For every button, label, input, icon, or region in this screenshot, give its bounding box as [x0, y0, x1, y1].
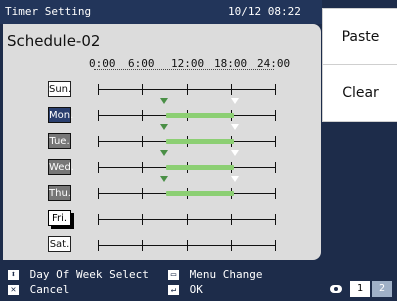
up-down-icon: ⬍ — [8, 270, 19, 280]
cancel-help: Cancel — [29, 283, 70, 296]
timeline-thu[interactable] — [98, 176, 276, 200]
timeline-dotted-line — [94, 69, 274, 70]
page-indicator: 1 2 — [330, 281, 397, 297]
timeline-sat[interactable] — [98, 238, 276, 252]
cancel-icon: ✕ — [8, 285, 19, 295]
day-button-sat[interactable]: Sat. — [48, 236, 71, 252]
title-bar: Timer Setting 10/12 08:22 — [0, 0, 322, 24]
enter-icon: ↵ — [168, 285, 179, 295]
day-button-tue[interactable]: Tue. — [48, 133, 71, 149]
ok-help: OK — [189, 283, 203, 296]
paste-button-label: Paste — [341, 29, 380, 45]
schedule-panel: Schedule-02 0:00 6:00 12:00 18:00 24:00 … — [3, 24, 321, 260]
clear-button[interactable]: Clear — [322, 64, 397, 122]
page-1[interactable]: 1 — [350, 281, 370, 297]
day-select-help: Day Of Week Select — [29, 268, 149, 281]
day-button-thu[interactable]: Thu. — [48, 185, 71, 201]
date-time-display: 10/12 08:22 — [228, 5, 301, 18]
paste-button[interactable]: Paste — [322, 8, 397, 66]
day-button-wed[interactable]: Wed. — [48, 159, 74, 175]
clear-button-label: Clear — [342, 85, 379, 101]
timeline-wed[interactable] — [98, 150, 276, 174]
timeline-mon[interactable] — [98, 98, 276, 122]
day-button-sun[interactable]: Sun. — [48, 81, 71, 97]
schedule-title: Schedule-02 — [7, 32, 101, 50]
menu-change-help: Menu Change — [189, 268, 263, 281]
timeline-sun[interactable] — [98, 82, 276, 96]
day-button-fri[interactable]: Fri. — [48, 210, 71, 226]
eye-icon — [330, 285, 342, 293]
day-button-mon[interactable]: Mon. — [48, 107, 73, 123]
timeline-tue[interactable] — [98, 124, 276, 148]
timeline-fri[interactable] — [98, 212, 276, 226]
screen-title: Timer Setting — [5, 5, 92, 18]
page-2[interactable]: 2 — [372, 281, 392, 297]
menu-change-icon: ▭ — [168, 270, 179, 280]
